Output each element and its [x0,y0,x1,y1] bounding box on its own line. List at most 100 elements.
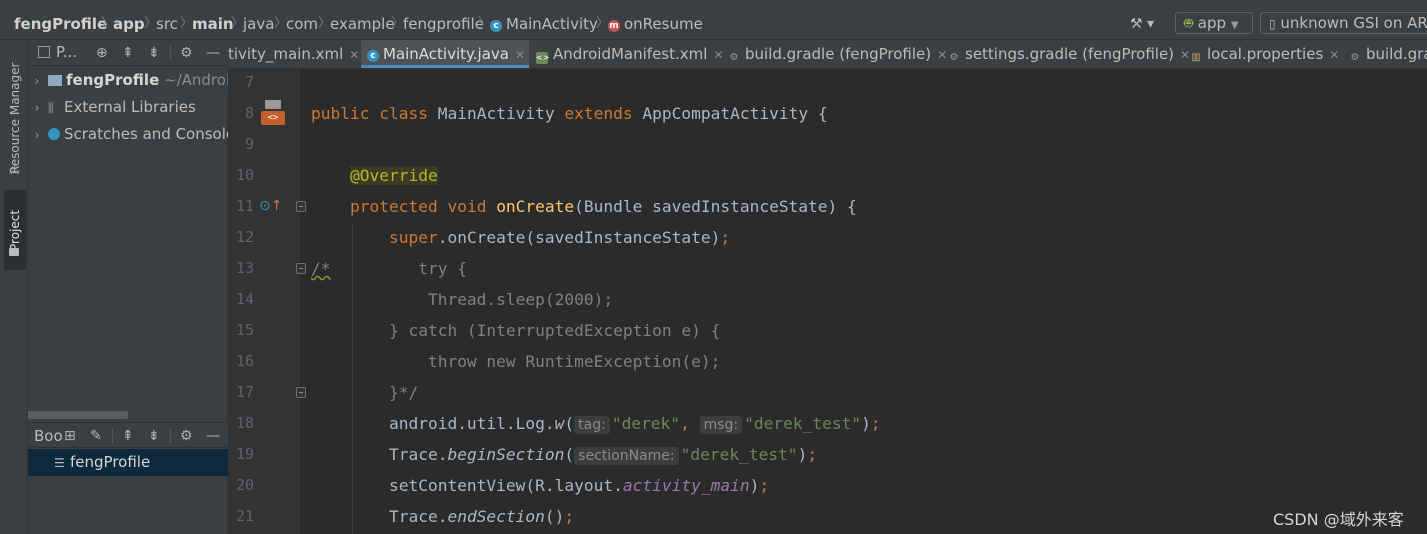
close-icon[interactable]: ✕ [515,48,525,62]
breadcrumb-class-label: MainActivity [506,15,598,33]
minimize-icon[interactable]: — [206,427,220,445]
tree-item-project[interactable]: › fengProfile ~/Android [28,67,228,94]
code-line-16[interactable]: throw new RuntimeException(e); [311,346,720,377]
tab-project[interactable]: Project [4,190,26,270]
breadcrumb-method[interactable]: m onResume [608,14,703,34]
gear-icon[interactable]: ⚙ [180,44,193,62]
chevron-down-icon: ▼ [1230,20,1239,31]
bookmarks-panel-header: Boo ⊞ ✎ ⇞ ⇟ ⚙ — [28,422,228,448]
list-icon: ☰ [54,456,65,470]
close-icon[interactable]: ✕ [713,48,723,62]
tree-item-scratches[interactable]: › Scratches and Consoles [28,121,228,148]
fold-marker[interactable] [296,387,306,398]
module-folder-icon [48,75,62,86]
code-line-15[interactable]: } catch (InterruptedException e) { [311,315,720,346]
close-icon[interactable]: ✕ [937,48,947,62]
method-signature: (Bundle savedInstanceState) { [574,197,857,216]
tab-label: local.properties [1207,45,1324,63]
breadcrumb-class[interactable]: c MainActivity [490,14,598,34]
line-number: 20 [235,476,254,494]
tab-mainactivity-java[interactable]: c MainActivity.java ✕ [361,40,529,68]
code-line-20[interactable]: setContentView(R.layout.activity_main); [311,470,769,501]
keyword-extends: extends [564,104,633,123]
close-icon[interactable]: ✕ [349,48,359,62]
bookmarks-panel-title[interactable]: Boo [34,427,63,445]
tab-androidmanifest-xml[interactable]: <> AndroidManifest.xml ✕ [536,40,724,68]
locate-icon[interactable]: ⊕ [96,44,108,62]
fold-marker[interactable] [296,201,306,212]
code-line-13[interactable]: /* try { [311,253,467,284]
project-panel-title[interactable]: P... [56,43,77,61]
close-icon[interactable]: ✕ [1329,48,1339,62]
line-number: 21 [235,507,254,525]
device-select[interactable]: ▯ unknown GSI on ARM [1260,12,1427,34]
android-icon: 🤖︎ [1184,14,1194,32]
gradle-icon: ⚙ [949,52,959,63]
minimize-icon[interactable]: — [206,44,220,62]
close-icon[interactable]: ✕ [1180,48,1190,62]
toolbar-divider [170,45,171,61]
code-line-11[interactable]: protected void onCreate(Bundle savedInst… [311,191,857,222]
paren: ( [564,414,575,433]
paren: ) [749,476,760,495]
horizontal-scrollbar[interactable] [28,411,128,419]
code-line-17[interactable]: }*/ [311,377,418,408]
code-line-19[interactable]: Trace.beginSection(sectionName: "derek_te… [311,439,817,470]
chevron-right-icon[interactable]: › [30,95,44,121]
collapse-all-icon[interactable]: ⇟ [148,427,160,445]
line-number: 13 [235,259,254,277]
code-line-14[interactable]: Thread.sleep(2000); [311,284,613,315]
tab-label: MainActivity.java [383,45,509,63]
chevron-right-icon[interactable]: › [30,122,44,148]
tab-build-gradle-app[interactable]: ⚙ build.gra [1349,40,1427,68]
run-configuration-select[interactable]: 🤖︎ app ▼ [1175,12,1253,34]
breadcrumb-example[interactable]: example [330,14,395,34]
expand-all-icon[interactable]: ⇞ [122,44,134,62]
tab-build-gradle-project[interactable]: ⚙ build.gradle (fengProfile) ✕ [728,40,948,68]
code-line-12[interactable]: super.onCreate(savedInstanceState); [311,222,730,253]
scratches-icon [48,128,60,140]
device-label: unknown GSI on ARM [1280,14,1427,32]
static-method: beginSection [447,445,565,464]
tab-activity-main-xml[interactable]: tivity_main.xml ✕ [228,40,359,68]
bookmark-list-item[interactable]: ☰ fengProfile [28,449,228,476]
breadcrumb-com[interactable]: com [286,14,318,34]
code-line-10[interactable]: @Override [311,160,438,191]
gear-icon[interactable]: ⚙ [180,427,193,445]
tab-label: build.gradle (fengProfile) [745,45,932,63]
statement: setContentView(R.layout. [388,476,623,495]
class-name: MainActivity [437,104,555,123]
fold-marker[interactable] [296,263,306,274]
line-number: 18 [235,414,254,432]
static-method: w [554,414,565,433]
code-line-18[interactable]: android.util.Log.w(tag: "derek", msg: "der… [311,408,881,439]
expand-all-icon[interactable]: ⇞ [122,427,134,445]
code-line-8[interactable]: public class MainActivity extends AppCom… [311,98,828,129]
breadcrumb-src[interactable]: src [156,14,178,34]
breadcrumb-package[interactable]: fengprofile [403,14,484,34]
breadcrumb-java[interactable]: java [243,14,274,34]
hammer-icon[interactable]: ⚒ ▾ [1130,12,1154,36]
edit-icon[interactable]: ✎ [90,427,102,445]
comma: , [680,414,700,433]
collapse-all-icon[interactable]: ⇟ [148,44,160,62]
line-number: 9 [244,135,254,153]
statement: android.util.Log. [388,414,555,433]
breadcrumb-project[interactable]: fengProfile [14,14,107,34]
line-number: 7 [244,73,254,91]
override-method-icon[interactable]: ⊙↑ [259,198,282,214]
java-class-icon: c [490,20,502,32]
breadcrumb-main[interactable]: main [192,14,234,34]
toolbar-divider [170,428,171,444]
layout-preview-icon[interactable]: <> [261,100,285,126]
add-bookmark-icon[interactable]: ⊞ [64,427,76,445]
tab-local-properties[interactable]: ▥ local.properties ✕ [1190,40,1358,68]
code-line-21[interactable]: Trace.endSection(); [311,501,574,532]
statement: .onCreate(savedInstanceState) [437,228,721,247]
tree-item-external-libraries[interactable]: › ⫼ External Libraries [28,94,228,121]
chevron-right-icon[interactable]: › [30,68,44,94]
breadcrumb-module[interactable]: app [113,14,145,34]
statement: Trace. [388,507,448,526]
java-class-icon: c [367,50,379,62]
tab-settings-gradle[interactable]: ⚙ settings.gradle (fengProfile) ✕ [948,40,1191,68]
